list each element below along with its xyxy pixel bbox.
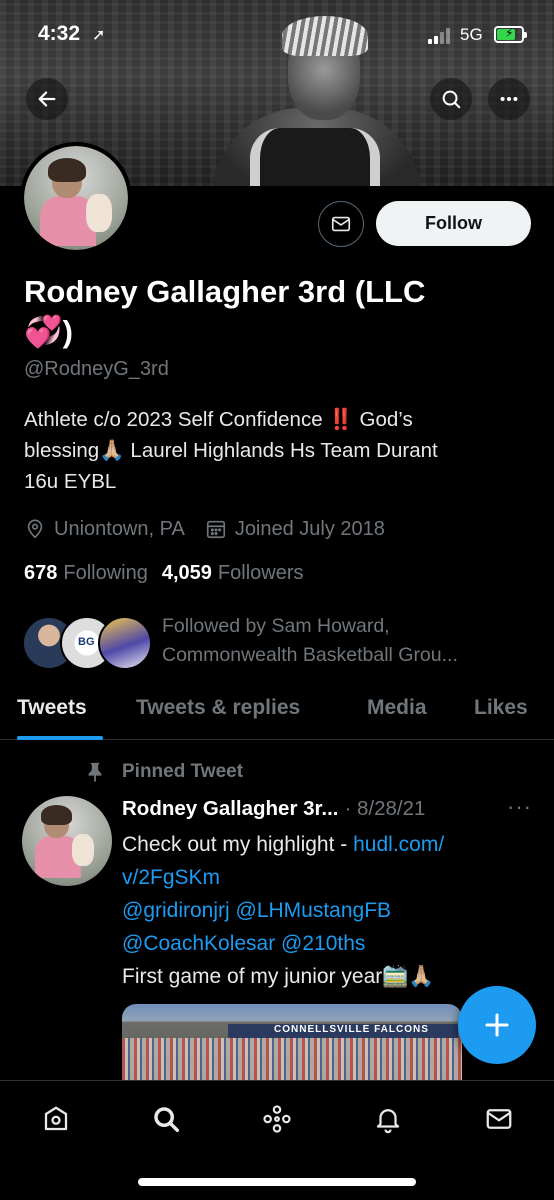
- tab-media[interactable]: Media: [367, 696, 427, 720]
- search-button[interactable]: [430, 78, 472, 120]
- bio-line: 16u EYBL: [24, 470, 117, 493]
- bell-icon: [376, 1109, 400, 1134]
- banner-jersey: [250, 128, 380, 186]
- arrow-left-icon: [38, 91, 56, 107]
- compose-tweet-button[interactable]: [458, 986, 536, 1064]
- nav-messages[interactable]: [481, 1101, 517, 1137]
- mail-icon: [331, 216, 351, 232]
- mutual-avatar: [98, 616, 152, 670]
- tweet-line: Check out my highlight - hudl.com/: [122, 828, 532, 861]
- tweet-date[interactable]: · 8/28/21: [344, 797, 425, 821]
- tweet-link[interactable]: hudl.com/: [353, 833, 444, 856]
- profile-avatar[interactable]: [20, 142, 132, 254]
- tweet-link[interactable]: v/2FgSKm: [122, 861, 532, 894]
- tweet-text: Check out my highlight - hudl.com/ v/2Fg…: [122, 828, 532, 993]
- search-icon: [442, 90, 461, 109]
- more-options-button[interactable]: [488, 78, 530, 120]
- profile-stats: 678 Following 4,059 Followers: [24, 562, 318, 585]
- tab-likes[interactable]: Likes: [474, 696, 528, 720]
- tweet-mentions[interactable]: @gridironjrj @LHMustangFB: [122, 894, 532, 927]
- following-label: Following: [63, 562, 148, 584]
- back-button[interactable]: [26, 78, 68, 120]
- search-icon: [154, 1107, 179, 1132]
- bio-line: Athlete c/o 2023 Self Confidence ‼️ God’…: [24, 408, 413, 431]
- tweet-more-button[interactable]: ···: [507, 794, 532, 820]
- tweet-author-name[interactable]: Rodney Gallagher 3r...: [122, 797, 338, 821]
- message-button[interactable]: [318, 201, 364, 247]
- home-indicator[interactable]: [138, 1178, 416, 1186]
- nav-home[interactable]: [38, 1101, 74, 1137]
- profile-name: Rodney Gallagher 3rd (LLC 💞): [24, 272, 524, 352]
- profile-name-line2: 💞): [24, 314, 73, 349]
- profile-bio: Athlete c/o 2023 Self Confidence ‼️ God’…: [24, 404, 536, 497]
- followed-by-line: Commonwealth Basketball Grou...: [162, 644, 458, 666]
- profile-tabs: Tweets Tweets & replies Media Likes: [0, 690, 554, 740]
- tweet-mentions[interactable]: @CoachKolesar @210ths: [122, 927, 532, 960]
- profile-joined: Joined July 2018: [205, 518, 385, 541]
- followers-label: Followers: [217, 562, 304, 584]
- tab-tweets[interactable]: Tweets: [17, 696, 87, 720]
- followed-by-text: Followed by Sam Howard, Commonwealth Bas…: [162, 612, 542, 670]
- active-tab-indicator: [17, 736, 103, 740]
- tweet-line-text: First game of my junior year🚞🙏🏼: [122, 965, 435, 988]
- profile-location: Uniontown, PA: [24, 518, 185, 541]
- mail-icon: [486, 1109, 512, 1129]
- followed-by-line: Followed by Sam Howard,: [162, 615, 390, 637]
- tab-tweets-replies[interactable]: Tweets & replies: [136, 696, 300, 720]
- battery-icon: ⚡: [494, 26, 527, 43]
- location-arrow-icon: ➚: [92, 27, 106, 44]
- nav-spaces[interactable]: [259, 1101, 295, 1137]
- profile-handle: @RodneyG_3rd: [24, 358, 169, 380]
- status-time: 4:32: [38, 22, 81, 45]
- bio-line: blessing🙏🏼 Laurel Highlands Hs Team Dura…: [24, 439, 438, 462]
- following-link[interactable]: 678 Following: [24, 562, 148, 585]
- spaces-icon: [263, 1105, 291, 1133]
- status-bar: 4:32 ➚ 5G ⚡: [0, 0, 554, 70]
- following-count: 678: [24, 562, 58, 584]
- pin-icon: [88, 762, 102, 783]
- tweet-header: Rodney Gallagher 3r... · 8/28/21 ···: [122, 794, 532, 824]
- followers-link[interactable]: 4,059 Followers: [162, 562, 304, 585]
- stadium-crowd: [122, 1038, 462, 1082]
- more-icon: [500, 96, 518, 102]
- joined-text: Joined July 2018: [234, 517, 385, 540]
- profile-meta: Uniontown, PA Joined July 2018: [24, 514, 405, 544]
- follow-button[interactable]: Follow: [376, 201, 531, 246]
- home-icon: [44, 1106, 68, 1131]
- calendar-icon: [206, 520, 225, 539]
- stadium-wall-text: CONNELLSVILLE FALCONS: [274, 1024, 429, 1035]
- location-text: Uniontown, PA: [54, 517, 185, 540]
- pinned-text: Pinned Tweet: [122, 761, 244, 782]
- tweet-line-text: Check out my highlight -: [122, 833, 354, 856]
- location-pin-icon: [27, 519, 43, 539]
- followers-count: 4,059: [161, 562, 212, 584]
- profile-name-line1: Rodney Gallagher 3rd (LLC: [24, 274, 426, 309]
- mutual-avatar-text: BG: [78, 636, 95, 648]
- pinned-tweet-label: Pinned Tweet: [84, 760, 243, 784]
- tweet-author-avatar[interactable]: [22, 796, 112, 886]
- plus-icon: [485, 1013, 509, 1037]
- nav-notifications[interactable]: [370, 1101, 406, 1137]
- network-type: 5G: [460, 25, 483, 44]
- tweet-media[interactable]: CONNELLSVILLE FALCONS: [122, 1004, 462, 1082]
- signal-bars-icon: [428, 28, 452, 44]
- nav-search[interactable]: [148, 1101, 184, 1137]
- followed-by[interactable]: BG Followed by Sam Howard, Commonwealth …: [22, 610, 542, 670]
